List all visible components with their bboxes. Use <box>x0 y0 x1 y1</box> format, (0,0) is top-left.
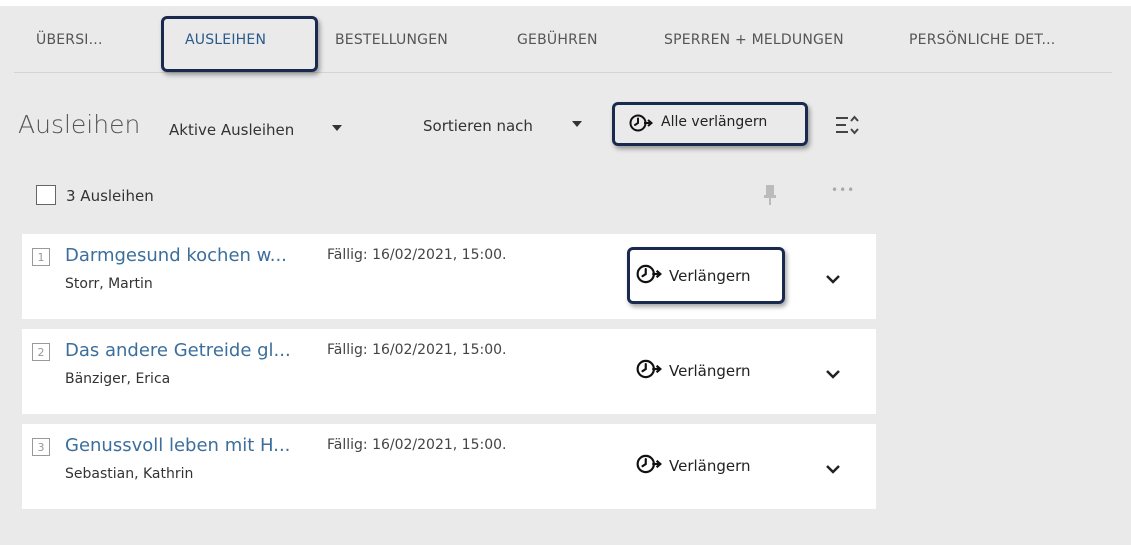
tab-uebersicht[interactable]: ÜBERSI... <box>36 6 103 74</box>
select-all-checkbox[interactable] <box>36 185 56 205</box>
more-options-button[interactable]: ••• <box>831 183 855 197</box>
loan-due-date: Fällig: 16/02/2021, 15:00. <box>327 437 507 453</box>
renew-label: Verlängern <box>669 362 751 380</box>
loan-count: 3 Ausleihen <box>66 187 154 205</box>
expand-button[interactable] <box>825 460 841 479</box>
pin-icon <box>764 185 776 205</box>
loan-title-link[interactable]: Genussvoll leben mit H... <box>65 435 290 456</box>
loan-due-date: Fällig: 16/02/2021, 15:00. <box>327 247 507 263</box>
tab-persoenliche-details[interactable]: PERSÖNLICHE DET... <box>909 6 1055 74</box>
sort-caret-icon <box>572 121 582 127</box>
renew-label: Verlängern <box>669 457 751 475</box>
page-title: Ausleihen <box>18 110 141 139</box>
highlight-renew-all <box>612 102 808 146</box>
clock-arrow-icon <box>636 359 662 379</box>
loan-author: Storr, Martin <box>65 276 153 292</box>
loan-number: 1 <box>32 248 50 266</box>
sort-order-button[interactable] <box>835 114 859 140</box>
loan-number: 3 <box>32 438 50 456</box>
chevron-down-icon <box>826 275 840 284</box>
tab-divider <box>14 72 1112 73</box>
tab-sperren-meldungen[interactable]: SPERREN + MELDUNGEN <box>664 6 844 74</box>
expand-button[interactable] <box>825 365 841 384</box>
filter-caret-icon <box>332 125 342 131</box>
chevron-down-icon <box>826 370 840 379</box>
loan-author: Sebastian, Kathrin <box>65 466 194 482</box>
tab-gebuehren[interactable]: GEBÜHREN <box>517 6 598 74</box>
clock-arrow-icon <box>636 454 662 474</box>
expand-button[interactable] <box>825 270 841 289</box>
filter-label: Aktive Ausleihen <box>169 121 295 139</box>
loan-title-link[interactable]: Darmgesund kochen w... <box>65 245 287 266</box>
loan-card: 3 Genussvoll leben mit H... Sebastian, K… <box>22 424 876 509</box>
sort-label: Sortieren nach <box>423 117 533 135</box>
tab-bestellungen[interactable]: BESTELLUNGEN <box>335 6 448 74</box>
loan-card: 2 Das andere Getreide gl... Bänziger, Er… <box>22 329 876 414</box>
loan-title-link[interactable]: Das andere Getreide gl... <box>65 340 291 361</box>
filter-dropdown[interactable]: Aktive Ausleihen <box>169 121 294 139</box>
loan-number: 2 <box>32 343 50 361</box>
highlight-active-tab <box>161 16 318 72</box>
loan-due-date: Fällig: 16/02/2021, 15:00. <box>327 342 507 358</box>
sort-lines-icon <box>836 115 859 135</box>
highlight-renew-first <box>627 247 785 304</box>
sort-dropdown[interactable]: Sortieren nach <box>423 117 533 135</box>
chevron-down-icon <box>826 465 840 474</box>
pin-button[interactable] <box>763 184 777 210</box>
loan-author: Bänziger, Erica <box>65 371 171 387</box>
ellipsis-icon: ••• <box>831 183 856 197</box>
